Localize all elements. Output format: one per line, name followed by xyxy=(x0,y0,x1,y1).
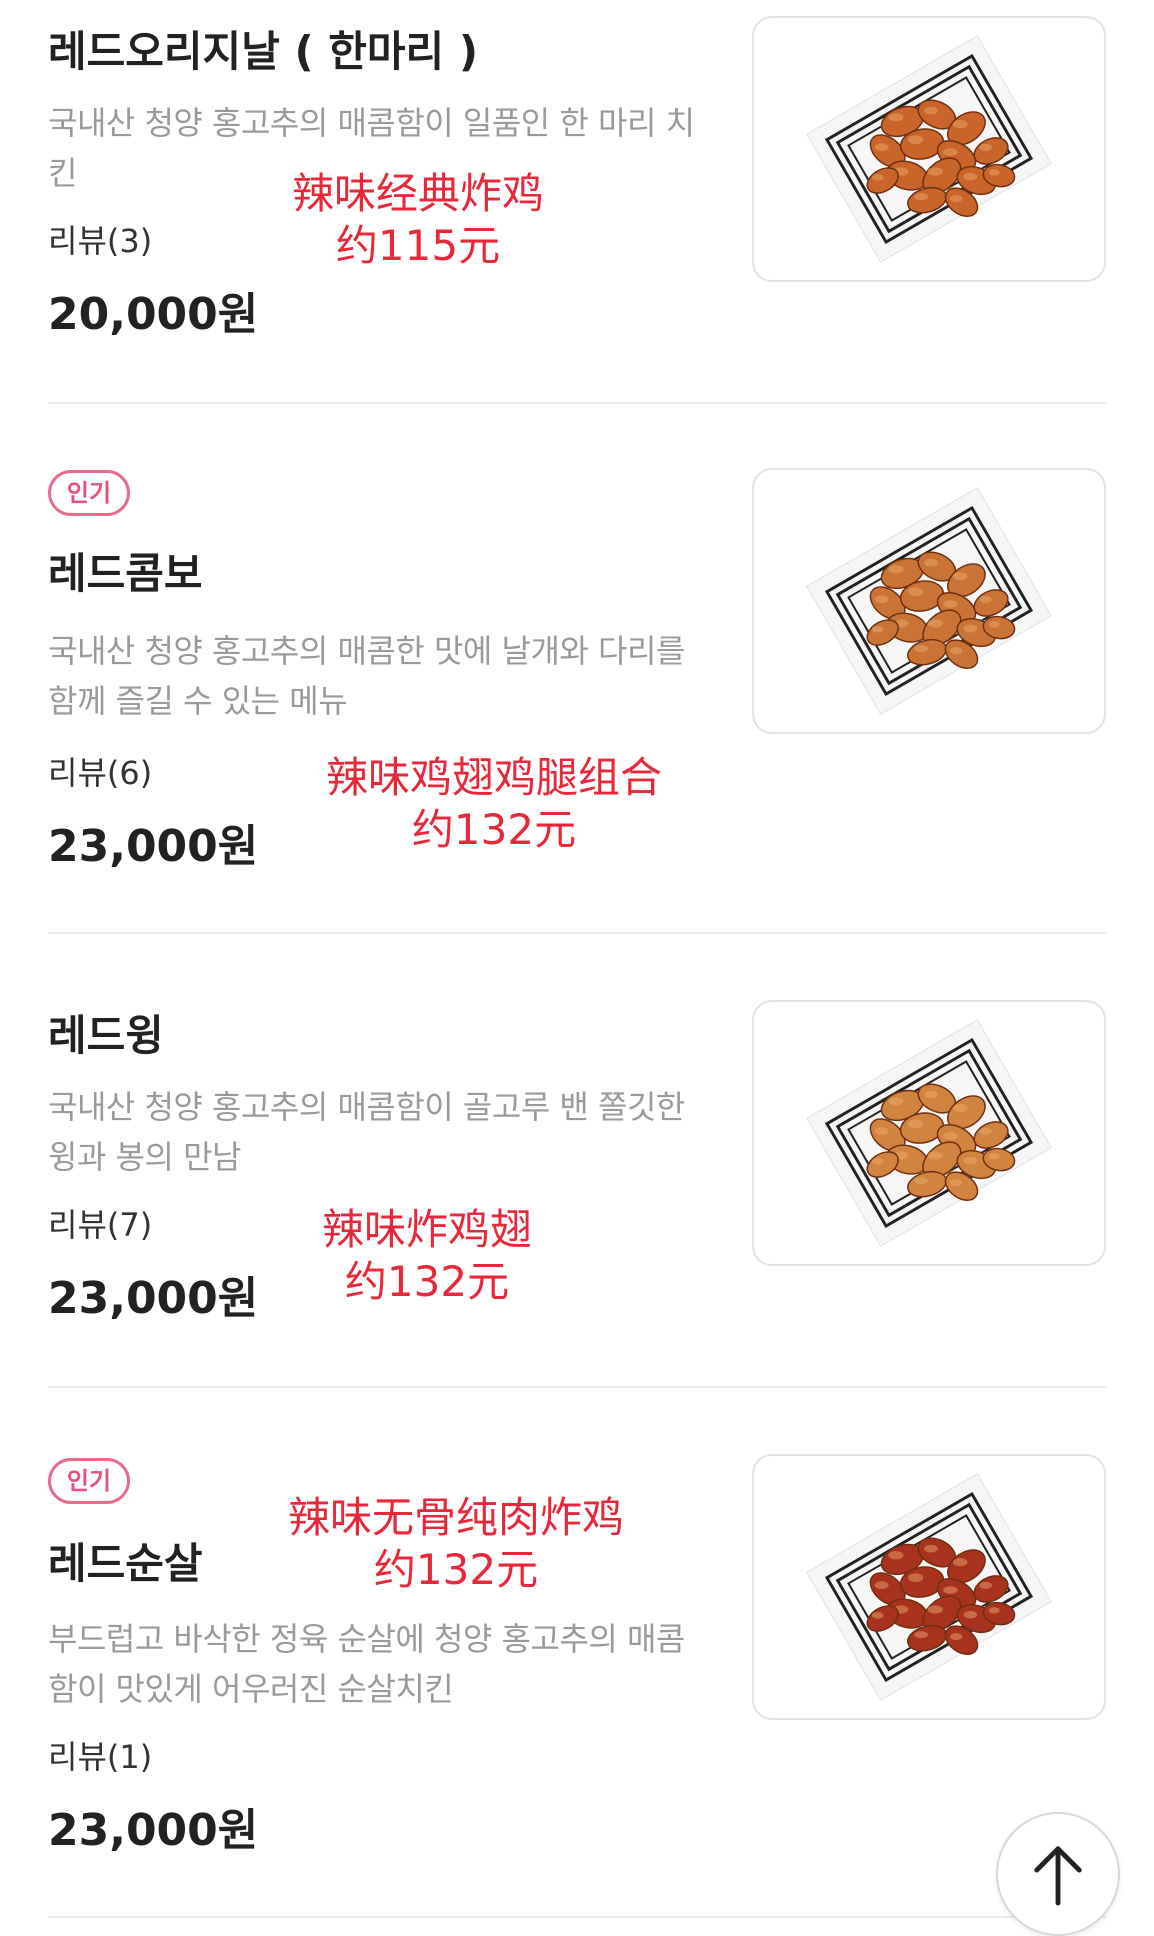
price-annotation: 辣味经典炸鸡 约115元 xyxy=(292,168,544,272)
divider xyxy=(48,1916,1106,1918)
annotation-dish: 辣味无骨纯肉炸鸡 xyxy=(288,1493,625,1542)
annotation-dish: 辣味炸鸡翅 xyxy=(322,1205,533,1254)
chicken-highlight xyxy=(888,113,904,122)
chicken-highlight xyxy=(952,1104,968,1113)
chicken-highlight xyxy=(979,143,992,151)
menu-item-price: 23,000원 xyxy=(48,821,259,872)
popular-badge: 인기 xyxy=(48,1458,130,1504)
chicken-highlight xyxy=(888,1551,904,1560)
chicken-highlight xyxy=(888,565,904,574)
menu-item[interactable]: 인기 레드콤보 국내산 청양 홍고추의 매콤한 맛에 날개와 다리를 함께 즐길… xyxy=(0,404,1154,934)
chicken-highlight xyxy=(908,1119,924,1129)
chicken-highlight xyxy=(949,195,963,203)
chicken-highlight xyxy=(927,1151,943,1160)
chicken-highlight xyxy=(963,1610,978,1619)
menu-item-price: 20,000원 xyxy=(48,289,259,340)
chicken-highlight xyxy=(927,1605,943,1614)
menu-item-image[interactable] xyxy=(752,1454,1106,1720)
menu-item-price: 23,000원 xyxy=(48,1273,259,1324)
chicken-highlight xyxy=(874,1127,889,1135)
menu-item-description: 국내산 청양 홍고추의 매콤함이 골고루 밴 쫄깃한 윙과 봉의 만남 xyxy=(48,1088,685,1176)
price-annotation: 辣味鸡翅鸡腿组合 约132元 xyxy=(326,752,662,856)
chicken-highlight xyxy=(943,600,958,608)
chicken-highlight xyxy=(874,143,889,151)
chicken-highlight xyxy=(949,1179,963,1187)
chicken-highlight xyxy=(949,1633,963,1641)
chicken-highlight xyxy=(988,1153,1000,1160)
annotation-dish: 辣味经典炸鸡 xyxy=(292,169,545,218)
chicken-highlight xyxy=(949,647,963,655)
chicken-highlight xyxy=(924,106,938,115)
menu-item-name: 레드윙 xyxy=(48,1011,164,1060)
chicken-highlight xyxy=(952,572,968,581)
chicken-highlight xyxy=(979,595,992,603)
chicken-highlight xyxy=(914,1177,929,1185)
chicken-highlight xyxy=(908,135,924,145)
menu-item[interactable]: 인기 레드순살 부드럽고 바삭한 정육 순살에 청양 홍고추의 매콤함이 맛있게… xyxy=(0,1388,1154,1920)
annotation-price: 约132元 xyxy=(411,805,577,854)
chicken-highlight xyxy=(924,1090,938,1099)
menu-item-image[interactable] xyxy=(752,1000,1106,1266)
chicken-highlight xyxy=(952,1558,968,1567)
popular-badge: 인기 xyxy=(48,470,130,516)
menu-item-name: 레드콤보 xyxy=(48,549,203,598)
chicken-highlight xyxy=(952,120,968,129)
menu-item-reviews[interactable]: 리뷰(7) xyxy=(48,1204,152,1246)
chicken-highlight xyxy=(871,1612,884,1619)
chicken-highlight xyxy=(914,645,929,653)
chicken-highlight xyxy=(874,595,889,603)
fried-chicken-basket-icon xyxy=(806,487,1052,715)
chicken-highlight xyxy=(908,1573,924,1583)
menu-list: 레드오리지날 ( 한마리 ) 국내산 청양 홍고추의 매콤함이 일품인 한 마리… xyxy=(0,0,1154,1920)
chicken-highlight xyxy=(914,193,929,201)
menu-item-name: 레드순살 xyxy=(48,1539,203,1588)
annotation-price: 约132元 xyxy=(344,1257,510,1306)
chicken-highlight xyxy=(988,1607,1000,1614)
chicken-highlight xyxy=(888,1097,904,1106)
menu-item-price: 23,000원 xyxy=(48,1805,259,1856)
fried-chicken-basket-icon xyxy=(806,35,1052,263)
menu-item[interactable]: 레드오리지날 ( 한마리 ) 국내산 청양 홍고추의 매콤함이 일품인 한 마리… xyxy=(0,0,1154,404)
chicken-highlight xyxy=(943,1586,958,1594)
scroll-to-top-button[interactable] xyxy=(996,1812,1120,1936)
fried-chicken-basket-icon xyxy=(806,1473,1052,1701)
chicken-highlight xyxy=(943,148,958,156)
chicken-highlight xyxy=(871,174,884,181)
menu-item-name: 레드오리지날 ( 한마리 ) xyxy=(48,27,479,76)
chicken-highlight xyxy=(927,619,943,628)
annotation-dish: 辣味鸡翅鸡腿组合 xyxy=(326,753,663,802)
chicken-highlight xyxy=(963,1156,978,1165)
annotation-price: 约132元 xyxy=(373,1545,539,1594)
menu-item-image[interactable] xyxy=(752,468,1106,734)
menu-item[interactable]: 레드윙 국내산 청양 홍고추의 매콤함이 골고루 밴 쫄깃한 윙과 봉의 만남 … xyxy=(0,934,1154,1388)
chicken-highlight xyxy=(924,1544,938,1553)
chicken-highlight xyxy=(979,1127,992,1135)
chicken-highlight xyxy=(979,1581,992,1589)
price-annotation: 辣味炸鸡翅 约132元 xyxy=(322,1204,532,1308)
chicken-highlight xyxy=(914,1631,929,1639)
annotation-price: 约115元 xyxy=(335,221,501,270)
chicken-highlight xyxy=(988,621,1000,628)
arrow-up-icon xyxy=(1034,1846,1082,1906)
menu-item-reviews[interactable]: 리뷰(1) xyxy=(48,1736,152,1778)
menu-item-reviews[interactable]: 리뷰(3) xyxy=(48,220,152,262)
menu-item-reviews[interactable]: 리뷰(6) xyxy=(48,752,152,794)
chicken-highlight xyxy=(871,626,884,633)
menu-item-image[interactable] xyxy=(752,16,1106,282)
chicken-highlight xyxy=(943,1132,958,1140)
chicken-highlight xyxy=(963,172,978,181)
chicken-highlight xyxy=(988,169,1000,176)
fried-chicken-basket-icon xyxy=(806,1019,1052,1247)
menu-item-description: 국내산 청양 홍고추의 매콤한 맛에 날개와 다리를 함께 즐길 수 있는 메뉴 xyxy=(48,632,685,720)
chicken-highlight xyxy=(963,624,978,633)
menu-item-description: 부드럽고 바삭한 정육 순살에 청양 홍고추의 매콤함이 맛있게 어우러진 순살… xyxy=(48,1620,685,1708)
chicken-highlight xyxy=(924,558,938,567)
chicken-highlight xyxy=(927,167,943,176)
chicken-highlight xyxy=(874,1581,889,1589)
chicken-highlight xyxy=(871,1158,884,1165)
chicken-highlight xyxy=(908,587,924,597)
price-annotation: 辣味无骨纯肉炸鸡 约132元 xyxy=(288,1492,624,1596)
